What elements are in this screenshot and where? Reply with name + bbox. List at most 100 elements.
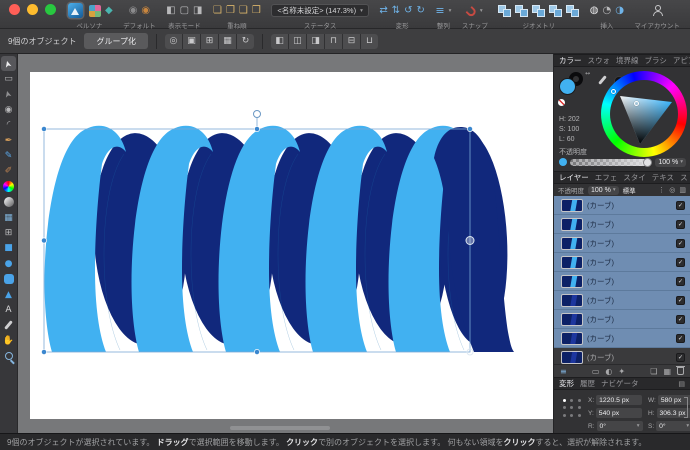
tab-レイヤー[interactable]: レイヤー xyxy=(559,172,589,183)
selection-handle-hover[interactable] xyxy=(465,236,475,245)
colour-picker-tool[interactable] xyxy=(0,318,17,333)
corner-tool[interactable]: ◜ xyxy=(0,118,17,133)
tab-変形[interactable]: 変形 xyxy=(559,378,574,389)
tab-境界線[interactable]: 境界線 xyxy=(616,55,639,66)
selection-handle[interactable] xyxy=(41,349,47,355)
tab-ストッ[interactable]: ストッ xyxy=(680,172,690,183)
arrange-to-front-icon[interactable]: ❏ xyxy=(213,3,222,18)
layer-visibility-checkbox[interactable]: ✓ xyxy=(676,333,685,343)
view-vector-icon[interactable]: ▢ xyxy=(180,3,189,18)
rectangle-tool[interactable]: ■ xyxy=(0,241,17,256)
tab-エフェ[interactable]: エフェ xyxy=(595,172,618,183)
tab-カラー[interactable]: カラー xyxy=(559,55,582,66)
selection-box-icon[interactable]: ▣ xyxy=(182,33,200,49)
boolean-combine-icon[interactable] xyxy=(566,4,580,17)
canvas[interactable] xyxy=(18,54,553,433)
tab-テキス[interactable]: テキス xyxy=(652,172,674,183)
tab-ナビゲータ[interactable]: ナビゲータ xyxy=(601,378,639,389)
selection-handle[interactable] xyxy=(467,126,473,132)
pixel-persona-icon[interactable] xyxy=(89,4,101,17)
arrange-backward-icon[interactable]: ❑ xyxy=(239,3,248,18)
adjustment-layer-icon[interactable]: ◐ xyxy=(605,367,612,376)
align-center-h-icon[interactable]: ◫ xyxy=(288,33,306,49)
move-tool[interactable]: ➤ xyxy=(1,56,16,72)
new-layer-icon[interactable]: ❏ xyxy=(650,367,657,376)
rotate-cw-icon[interactable]: ↻ xyxy=(417,3,425,18)
opacity-slider[interactable] xyxy=(570,158,648,166)
hue-marker[interactable] xyxy=(610,88,616,94)
place-image-tool[interactable]: ▦ xyxy=(0,210,17,225)
rotate-selection-icon[interactable]: ↻ xyxy=(236,33,254,49)
horizontal-scrollbar[interactable] xyxy=(230,426,330,430)
tab-ブラシ[interactable]: ブラシ xyxy=(645,55,667,66)
export-persona-icon[interactable]: ◆ xyxy=(105,3,113,18)
flip-horizontal-icon[interactable]: ⇄ xyxy=(379,3,387,18)
colour-wheel-tool[interactable] xyxy=(0,179,17,194)
view-outline-icon[interactable]: ◧ xyxy=(166,3,175,18)
layer-row[interactable]: (カーブ) ✓ xyxy=(554,310,690,329)
selection-handle[interactable] xyxy=(254,126,260,132)
ellipse-tool[interactable]: ● xyxy=(0,256,17,271)
rotate-ccw-icon[interactable]: ↺ xyxy=(404,3,412,18)
group-button[interactable]: グループ化 xyxy=(84,33,148,49)
triangle-tool[interactable]: ▲ xyxy=(0,287,17,302)
lock-icon[interactable]: ▥ xyxy=(679,186,686,194)
minimize-window-icon[interactable] xyxy=(27,4,38,15)
saturation-lightness-triangle[interactable] xyxy=(610,80,678,148)
layer-visibility-checkbox[interactable]: ✓ xyxy=(676,276,685,286)
selection-handle[interactable] xyxy=(254,349,260,355)
layer-row[interactable]: (カーブ) ✓ xyxy=(554,329,690,348)
shear-field[interactable]: 0° ▾ xyxy=(656,421,690,431)
preset-paint-icon[interactable]: ◉ xyxy=(141,3,150,18)
align-bottom-icon[interactable]: ⊔ xyxy=(360,33,378,49)
layer-row[interactable]: (カーブ) ✓ xyxy=(554,291,690,310)
boolean-intersect-icon[interactable] xyxy=(532,4,546,17)
anchor-point-selector[interactable] xyxy=(561,397,583,419)
y-field[interactable]: 540 px xyxy=(595,408,642,418)
align-middle-icon[interactable]: ⊟ xyxy=(342,33,360,49)
document-title-dropdown[interactable]: <名称未設定> (147.3%) ▾ xyxy=(271,4,369,17)
live-filter-icon[interactable]: ✦ xyxy=(618,367,625,376)
maximize-window-icon[interactable] xyxy=(45,4,56,15)
blend-mode-dropdown[interactable]: 標準 xyxy=(623,185,636,195)
snapping-magnet-icon[interactable] xyxy=(465,5,478,18)
layer-row[interactable]: (カーブ) ✓ xyxy=(554,234,690,253)
text-tool[interactable]: A xyxy=(0,302,17,317)
layer-row[interactable]: (カーブ) ✓ xyxy=(554,253,690,272)
insert-behind-icon[interactable]: ◔ xyxy=(602,3,611,18)
boolean-divide-icon[interactable] xyxy=(549,4,563,17)
layer-visibility-checkbox[interactable]: ✓ xyxy=(676,295,685,305)
point-transform-tool[interactable]: ◉ xyxy=(0,102,17,117)
no-color-icon[interactable] xyxy=(558,99,565,106)
view-hand-tool[interactable]: ✋ xyxy=(0,333,17,348)
tab-アピア[interactable]: アピア xyxy=(673,55,690,66)
fill-color-well[interactable] xyxy=(559,78,576,95)
layer-visibility-checkbox[interactable]: ✓ xyxy=(676,238,685,248)
my-account-icon[interactable] xyxy=(652,5,663,16)
pencil-tool[interactable]: ✎ xyxy=(0,148,17,163)
isolate-icon[interactable]: ◎ xyxy=(669,186,675,194)
align-right-icon[interactable]: ◨ xyxy=(306,33,324,49)
arrange-to-back-icon[interactable]: ❒ xyxy=(252,3,261,18)
vector-crop-tool[interactable]: ⊞ xyxy=(0,225,17,240)
layer-row[interactable]: (カーブ) ✓ xyxy=(554,348,690,364)
tab-スタイ[interactable]: スタイ xyxy=(623,172,646,183)
preset-dark-icon[interactable]: ◉ xyxy=(129,3,138,18)
align-left-icon[interactable]: ◧ xyxy=(270,33,288,49)
flip-vertical-icon[interactable]: ⇅ xyxy=(392,3,400,18)
show-grid-icon[interactable]: ▦ xyxy=(218,33,236,49)
node-tool[interactable]: ➤ xyxy=(0,87,17,102)
affinity-designer-app-icon[interactable] xyxy=(68,3,83,18)
alignment-icon[interactable]: ≡ xyxy=(435,3,444,18)
saturation-marker[interactable] xyxy=(634,101,639,106)
selection-handle[interactable] xyxy=(41,237,47,244)
align-top-icon[interactable]: ⊓ xyxy=(324,33,342,49)
layer-visibility-checkbox[interactable]: ✓ xyxy=(676,200,685,210)
insert-node-icon[interactable]: ⊞ xyxy=(200,33,218,49)
transform-origin-icon[interactable]: ◎ xyxy=(164,33,182,49)
insert-inside-icon[interactable]: ◍ xyxy=(590,3,599,18)
arrange-forward-icon[interactable]: ❐ xyxy=(226,3,235,18)
layer-visibility-checkbox[interactable]: ✓ xyxy=(676,219,685,229)
layer-visibility-checkbox[interactable]: ✓ xyxy=(676,314,685,324)
rotation-field[interactable]: 0° ▾ xyxy=(596,421,643,431)
